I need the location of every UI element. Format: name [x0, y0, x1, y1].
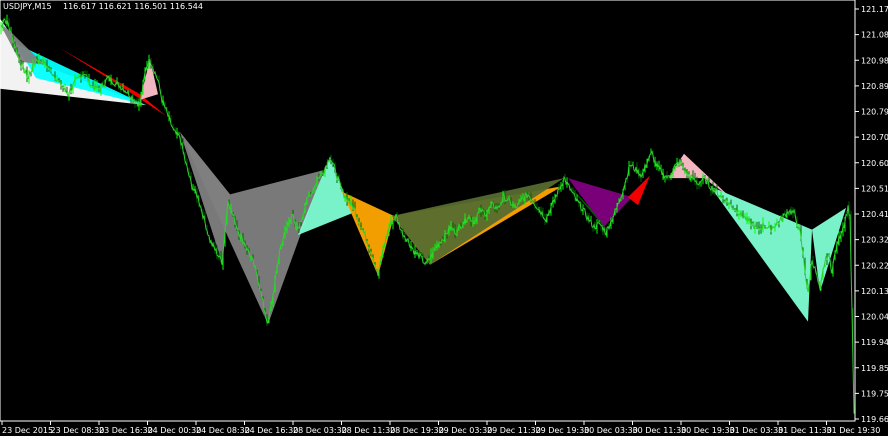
x-tick-label: 23 Dec 08:30: [51, 426, 105, 435]
x-tick-label: 28 Dec 03:30: [293, 426, 347, 435]
x-tick-label: 29 Dec 11:30: [487, 426, 541, 435]
price-chart: USDJPY,M15 116.617 116.621 116.501 116.5…: [0, 0, 888, 436]
y-tick-label: 119.660: [861, 415, 888, 424]
x-tick-label: 31 Dec 03:30: [730, 426, 784, 435]
y-tick-label: 120.225: [861, 261, 888, 270]
x-tick-label: 28 Dec 19:30: [390, 426, 444, 435]
y-tick-label: 120.135: [861, 287, 888, 296]
x-tick-label: 29 Dec 03:30: [439, 426, 493, 435]
x-tick-label: 31 Dec 11:30: [778, 426, 832, 435]
y-tick-label: 119.755: [861, 389, 888, 398]
y-tick-label: 121.175: [861, 5, 888, 14]
y-tick-label: 119.945: [861, 338, 888, 347]
y-tick-label: 121.080: [861, 31, 888, 40]
x-tick-label: 30 Dec 03:30: [584, 426, 638, 435]
x-tick-label: 29 Dec 19:30: [536, 426, 590, 435]
x-tick-label: 23 Dec 16:30: [99, 426, 153, 435]
x-tick-label: 23 Dec 2015: [2, 426, 53, 435]
chart-symbol: USDJPY,M15: [3, 2, 52, 11]
x-tick-label: 24 Dec 08:30: [196, 426, 250, 435]
x-tick-label: 24 Dec 16:30: [245, 426, 299, 435]
chart-ohlc: 116.617 116.621 116.501 116.544: [63, 2, 203, 11]
y-tick-label: 120.510: [861, 184, 888, 193]
x-tick-label: 30 Dec 19:30: [681, 426, 735, 435]
x-tick-label: 28 Dec 11:30: [342, 426, 396, 435]
y-tick-label: 120.415: [861, 210, 888, 219]
x-tick-label: 24 Dec 00:30: [148, 426, 202, 435]
y-tick-label: 120.700: [861, 133, 888, 142]
x-tick-label: 30 Dec 11:30: [633, 426, 687, 435]
y-tick-label: 120.890: [861, 82, 888, 91]
y-tick-label: 120.985: [861, 56, 888, 65]
y-tick-label: 120.320: [861, 236, 888, 245]
y-tick-label: 120.040: [861, 313, 888, 322]
y-tick-label: 120.795: [861, 108, 888, 117]
x-tick-label: 31 Dec 19:30: [827, 426, 881, 435]
y-tick-label: 119.850: [861, 364, 888, 373]
y-tick-label: 120.605: [861, 159, 888, 168]
